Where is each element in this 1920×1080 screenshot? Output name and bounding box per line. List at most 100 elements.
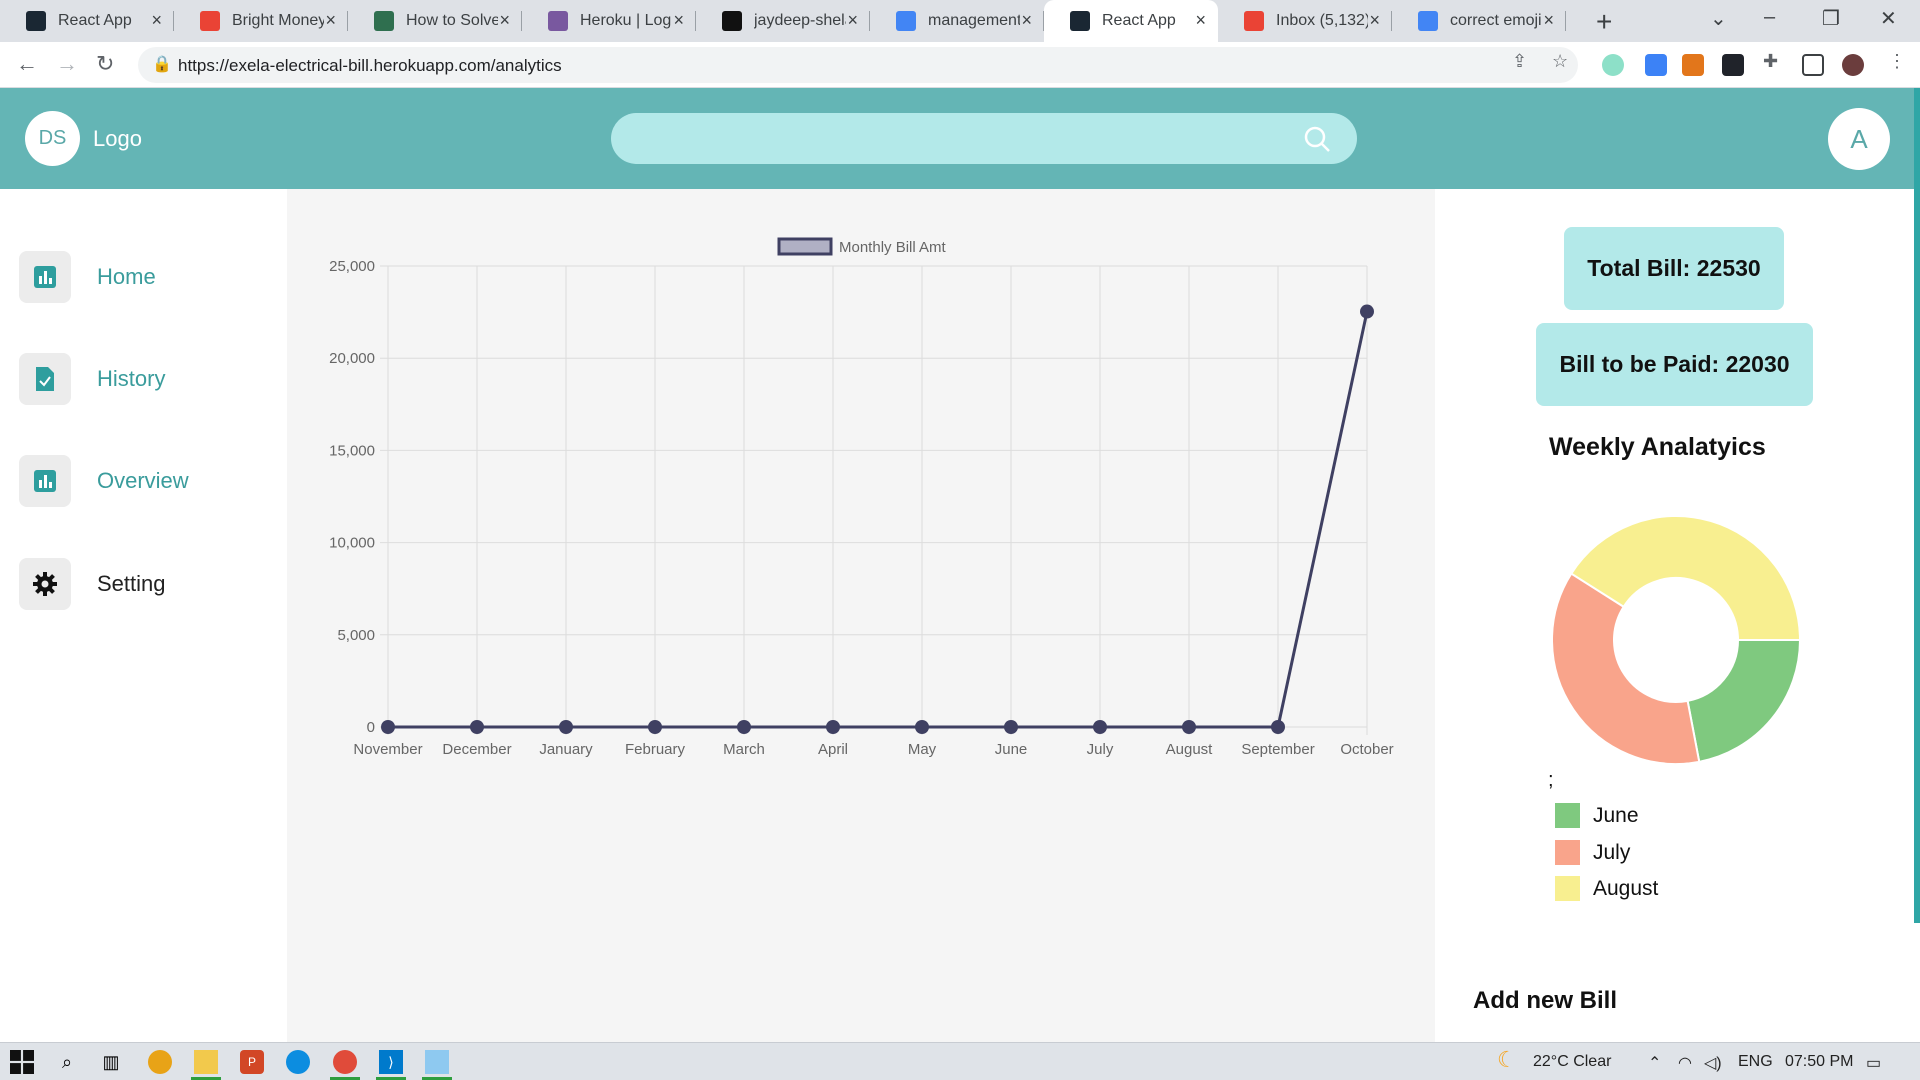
reload-icon[interactable]: ↻ [96, 51, 114, 77]
x-tick-label: February [625, 741, 686, 758]
x-tick-label: August [1166, 741, 1214, 758]
search-icon[interactable] [1303, 125, 1331, 153]
menu-dots-icon[interactable]: ⋮ [1888, 51, 1906, 72]
x-tick-label: October [1340, 741, 1393, 758]
legend-item-june: June [1555, 803, 1639, 828]
stray-text: ; [1548, 769, 1554, 791]
tab-title: How to Solve [406, 12, 498, 29]
vscode-icon[interactable]: ⟩ [379, 1050, 403, 1074]
close-window-icon[interactable]: ✕ [1880, 6, 1897, 31]
user-initials-badge: DS [25, 111, 80, 166]
weather-moon-icon[interactable]: ☾ [1497, 1047, 1517, 1073]
chrome-icon[interactable] [333, 1050, 357, 1074]
windows-start-icon[interactable] [10, 1050, 34, 1074]
browser-tab[interactable]: management × [870, 0, 1044, 42]
data-point [737, 720, 751, 734]
x-tick-label: May [908, 741, 937, 758]
task-view-icon[interactable]: ▥ [99, 1050, 123, 1074]
clock-time[interactable]: 07:50 PM [1785, 1053, 1853, 1071]
sidebar-item-setting[interactable]: Setting [19, 558, 166, 610]
sidebar-item-label: History [97, 366, 166, 391]
data-point [915, 720, 929, 734]
sidebar-item-history[interactable]: History [19, 353, 165, 405]
share-icon[interactable]: ⇪ [1512, 51, 1527, 72]
tray-chevron-icon[interactable]: ⌃ [1648, 1053, 1661, 1073]
legend-label: Monthly Bill Amt [839, 239, 947, 256]
chrome-icon[interactable] [148, 1050, 172, 1074]
tab-close-icon[interactable]: × [1195, 10, 1206, 31]
tab-close-icon[interactable]: × [1369, 10, 1380, 31]
browser-tab[interactable]: jaydeep-shelar× [696, 0, 870, 42]
sidebar-item-label: Overview [97, 468, 189, 493]
logo-text: Logo [93, 126, 142, 151]
new-tab-button[interactable]: + [1596, 6, 1612, 38]
google-icon [1418, 11, 1438, 31]
extension-icon[interactable] [1602, 54, 1624, 76]
data-point [1182, 720, 1196, 734]
minimize-icon[interactable]: – [1764, 6, 1775, 29]
legend-swatch [1555, 803, 1580, 828]
tab-title: correct emoji [1450, 12, 1542, 29]
metamask-icon[interactable] [1682, 54, 1704, 76]
x-tick-label: March [723, 741, 765, 758]
profile-avatar[interactable] [1842, 54, 1864, 76]
url-field[interactable]: 🔒 https://exela-electrical-bill.herokuap… [138, 47, 1578, 83]
tab-close-icon[interactable]: × [847, 10, 858, 31]
browser-tab[interactable]: React App × [0, 0, 174, 42]
network-icon[interactable]: ◠ [1678, 1053, 1692, 1073]
extension-icon[interactable] [1645, 54, 1667, 76]
search-icon[interactable]: ⌕ [55, 1050, 79, 1074]
edge-icon[interactable] [286, 1050, 310, 1074]
tab-close-icon[interactable]: × [499, 10, 510, 31]
y-tick-label: 10,000 [329, 535, 375, 552]
data-point [826, 720, 840, 734]
weather-text[interactable]: 22°C Clear [1533, 1053, 1611, 1071]
tab-close-icon[interactable]: × [325, 10, 336, 31]
sidebar-item-home[interactable]: Home [19, 251, 156, 303]
browser-tab[interactable]: correct emoji × [1392, 0, 1566, 42]
forward-icon[interactable]: → [56, 51, 78, 77]
tab-title: React App [58, 12, 132, 29]
tab-close-icon[interactable]: × [1021, 10, 1032, 31]
language-indicator[interactable]: ENG [1738, 1053, 1773, 1071]
tab-title: React App [1102, 12, 1176, 29]
app-icon[interactable] [425, 1050, 449, 1074]
tab-search-icon[interactable]: ⌄ [1710, 6, 1727, 31]
file-explorer-icon[interactable] [194, 1050, 218, 1074]
tab-separator [1565, 11, 1566, 31]
document-check-icon [19, 353, 71, 405]
side-panel-icon[interactable] [1802, 54, 1824, 76]
bookmark-star-icon[interactable]: ☆ [1552, 51, 1568, 72]
bar-chart-icon [19, 455, 71, 507]
sidebar-item-overview[interactable]: Overview [19, 455, 189, 507]
react-devtools-icon[interactable] [1722, 54, 1744, 76]
browser-tab[interactable]: How to Solve × [348, 0, 522, 42]
tab-close-icon[interactable]: × [1543, 10, 1554, 31]
account-avatar[interactable]: A [1828, 108, 1890, 170]
page-scrollbar[interactable] [1914, 88, 1920, 923]
x-tick-label: June [995, 741, 1028, 758]
browser-tab[interactable]: Bright Money × [174, 0, 348, 42]
summary-panel: Total Bill: 22530 Bill to be Paid: 22030… [1435, 189, 1920, 1042]
tab-close-icon[interactable]: × [151, 10, 162, 31]
restore-icon[interactable]: ❐ [1822, 6, 1840, 31]
legend-swatch [1555, 840, 1580, 865]
browser-tab[interactable]: Heroku | Login× [522, 0, 696, 42]
github-icon [722, 11, 742, 31]
browser-tab[interactable]: Inbox (5,132) × [1218, 0, 1392, 42]
weekly-donut-chart [1551, 515, 1802, 765]
legend-label: July [1593, 840, 1631, 864]
google-icon [896, 11, 916, 31]
browser-tab[interactable]: React App × [1044, 0, 1218, 42]
notifications-icon[interactable]: ▭ [1866, 1053, 1881, 1073]
gear-icon [19, 558, 71, 610]
extensions-puzzle-icon[interactable]: ✚ [1763, 51, 1778, 72]
back-icon[interactable]: ← [16, 51, 38, 77]
search-input[interactable] [611, 113, 1357, 164]
volume-icon[interactable]: ◁) [1704, 1053, 1722, 1073]
powerpoint-icon[interactable]: P [240, 1050, 264, 1074]
y-tick-label: 20,000 [329, 350, 375, 367]
tab-close-icon[interactable]: × [673, 10, 684, 31]
data-point [1360, 304, 1374, 319]
bill-to-be-paid-card: Bill to be Paid: 22030 [1536, 323, 1813, 406]
